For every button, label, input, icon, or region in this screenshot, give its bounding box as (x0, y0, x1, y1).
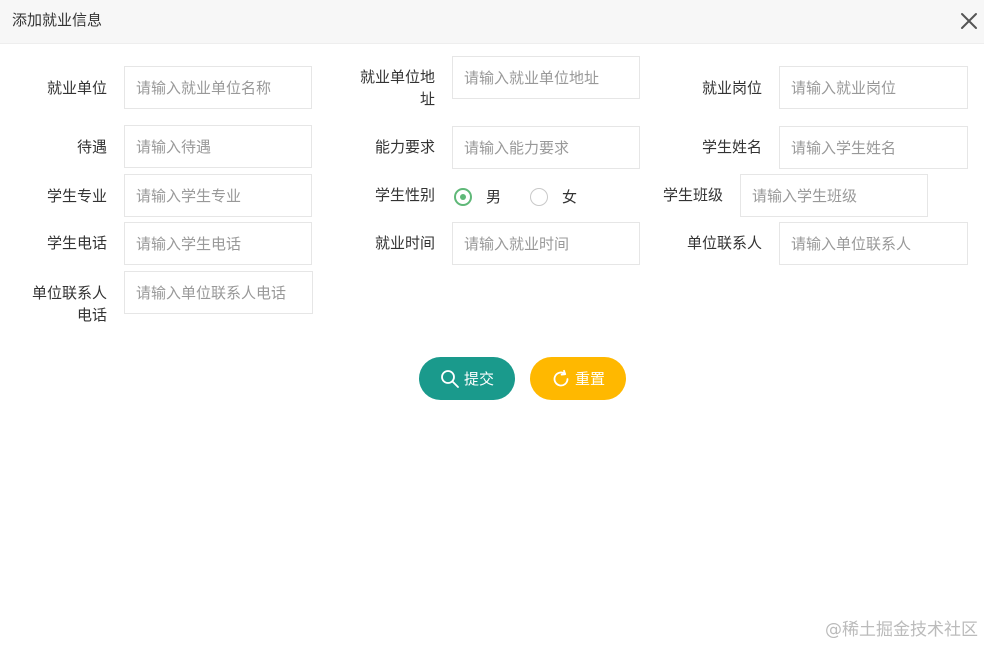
position-label: 就业岗位 (701, 79, 762, 97)
position-input[interactable] (779, 66, 968, 109)
contact-phone-label: 单位联系人 电话 (10, 282, 107, 326)
submit-label: 提交 (463, 370, 494, 388)
student-class-label: 学生班级 (662, 186, 723, 204)
employer-input[interactable] (124, 66, 312, 109)
reset-button[interactable]: 重置 (530, 357, 626, 400)
student-major-input[interactable] (124, 174, 312, 217)
salary-label: 待遇 (76, 138, 107, 156)
student-class-input[interactable] (740, 174, 928, 217)
requirements-input[interactable] (452, 126, 640, 169)
radio-unchecked-icon (530, 187, 548, 206)
gender-radio-female[interactable]: 女 (530, 186, 577, 207)
student-gender-label: 学生性别 (374, 186, 435, 204)
employer-address-input[interactable] (452, 56, 640, 99)
watermark: @稀土掘金技术社区 (825, 620, 978, 640)
contact-phone-label-line2: 电话 (76, 306, 107, 324)
reset-label: 重置 (574, 370, 605, 388)
student-phone-label: 学生电话 (46, 234, 107, 252)
gender-option-male-label: 男 (486, 188, 502, 206)
gender-option-female-label: 女 (562, 188, 578, 206)
search-icon (440, 369, 460, 389)
employer-address-label: 就业单位地 址 (340, 66, 435, 110)
dialog-titlebar: 添加就业信息 (0, 0, 984, 44)
close-icon[interactable] (956, 8, 982, 34)
contact-phone-label-line1: 单位联系人 (31, 284, 107, 302)
employer-label: 就业单位 (46, 79, 107, 97)
student-name-input[interactable] (779, 126, 968, 169)
refresh-icon (551, 369, 571, 389)
submit-button[interactable]: 提交 (419, 357, 515, 400)
student-major-label: 学生专业 (46, 187, 107, 205)
salary-input[interactable] (124, 125, 312, 168)
requirements-label: 能力要求 (374, 138, 435, 156)
contact-person-label: 单位联系人 (686, 234, 762, 252)
employer-address-label-line1: 就业单位地 (359, 68, 435, 86)
employment-time-input[interactable] (452, 222, 640, 265)
add-employment-dialog: 添加就业信息 就业单位 就业单位地 址 就业岗位 待遇 能力要求 学生姓名 学生… (0, 0, 984, 646)
student-name-label: 学生姓名 (701, 138, 762, 156)
contact-person-input[interactable] (779, 222, 968, 265)
student-phone-input[interactable] (124, 222, 312, 265)
gender-radio-male[interactable]: 男 (454, 186, 501, 207)
dialog-title: 添加就业信息 (12, 11, 103, 29)
radio-checked-icon (454, 187, 472, 206)
employer-address-label-line2: 址 (419, 90, 435, 108)
contact-phone-input[interactable] (124, 271, 313, 314)
employment-time-label: 就业时间 (374, 234, 435, 252)
